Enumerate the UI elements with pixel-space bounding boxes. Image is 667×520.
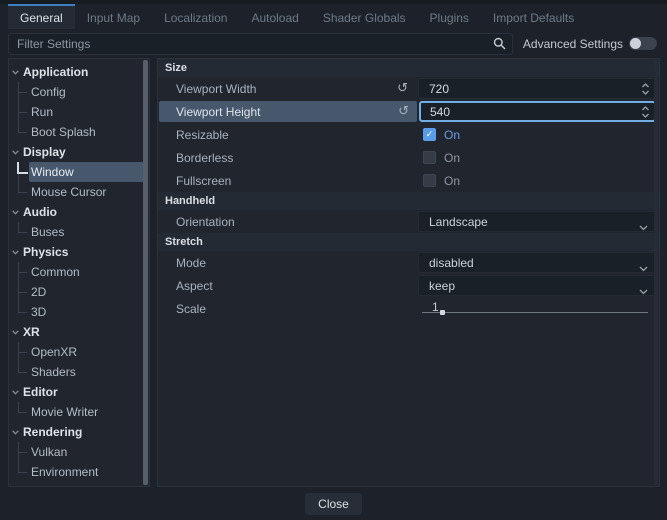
tree-item-2d[interactable]: 2D [9,282,149,302]
tree-item-window[interactable]: Window [9,162,149,182]
section-header-size: Size [158,59,659,77]
chevron-down-icon[interactable] [12,210,19,215]
borderless-checkbox[interactable] [423,151,436,164]
filter-bar: Advanced Settings [0,29,667,58]
chevron-down-icon [639,261,648,275]
chevron-down-icon[interactable] [12,330,19,335]
tree-category-display[interactable]: Display [9,142,149,162]
tree-item-common[interactable]: Common [9,262,149,282]
tree-category-rendering[interactable]: Rendering [9,422,149,442]
tree-category-audio[interactable]: Audio [9,202,149,222]
tab-import-defaults[interactable]: Import Defaults [481,4,586,29]
viewport-height-spinbox[interactable]: 540 [419,101,656,122]
tree-item-config[interactable]: Config [9,82,149,102]
spinner-arrows-icon[interactable] [641,82,650,99]
tab-localization[interactable]: Localization [152,4,239,29]
advanced-settings-toggle[interactable] [629,37,657,50]
tree-item-run[interactable]: Run [9,102,149,122]
tree-item-movie-writer[interactable]: Movie Writer [9,402,149,422]
tree-category-label: Display [23,145,66,159]
chevron-down-icon [639,220,648,234]
viewport-width-spinbox[interactable]: 720 [418,78,656,99]
chevron-down-icon[interactable] [12,70,19,75]
spinner-arrows-icon[interactable] [641,105,650,122]
tree-category-label: Physics [23,245,68,259]
properties-scrollbar-track[interactable] [654,60,658,485]
property-label: Viewport Width ↺ [158,77,416,100]
tree-category-xr[interactable]: XR [9,322,149,342]
settings-category-tree: Application Config Run Boot Splash Displ… [8,58,150,487]
tree-category-label: Application [23,65,88,79]
chevron-down-icon[interactable] [12,390,19,395]
chevron-down-icon [639,284,648,298]
tab-plugins[interactable]: Plugins [418,4,481,29]
stretch-scale-slider[interactable]: 1 [418,298,656,319]
stretch-mode-dropdown[interactable]: disabled [418,252,656,273]
property-row-scale: Scale 1 [158,297,659,320]
tab-shader-globals[interactable]: Shader Globals [311,4,418,29]
filter-settings-input[interactable] [8,33,513,55]
tree-item-buses[interactable]: Buses [9,222,149,242]
tree-scrollbar[interactable] [143,60,148,485]
tree-item-environment[interactable]: Environment [9,462,149,482]
tree-category-application[interactable]: Application [9,62,149,82]
tree-category-label: Editor [23,385,58,399]
project-settings-body: Application Config Run Boot Splash Displ… [0,58,667,487]
section-header-stretch: Stretch [158,233,659,251]
tree-category-label: Rendering [23,425,82,439]
resizable-checkbox[interactable]: ✓ [423,128,436,141]
tree-category-label: XR [23,325,40,339]
fullscreen-checkbox[interactable] [423,174,436,187]
checkbox-state-label: On [444,151,460,165]
tree-category-label: Audio [23,205,57,219]
property-row-borderless: Borderless On [158,146,659,169]
tree-item-boot-splash[interactable]: Boot Splash [9,122,149,142]
orientation-dropdown[interactable]: Landscape [418,211,656,232]
property-label-selected: Viewport Height ↺ [159,101,417,122]
tree-item-mouse-cursor[interactable]: Mouse Cursor [9,182,149,202]
advanced-settings-label: Advanced Settings [523,37,623,51]
chevron-down-icon[interactable] [12,250,19,255]
revert-icon[interactable]: ↺ [397,82,408,95]
property-row-aspect: Aspect keep [158,274,659,297]
chevron-down-icon[interactable] [12,430,19,435]
slider-grabber[interactable] [440,310,445,315]
toggle-knob [630,38,641,49]
revert-icon[interactable]: ↺ [398,105,409,118]
settings-tab-bar: General Input Map Localization Autoload … [0,4,667,29]
tree-category-physics[interactable]: Physics [9,242,149,262]
slider-track[interactable] [422,312,648,313]
tree-item-shaders[interactable]: Shaders [9,362,149,382]
checkbox-state-label: On [444,128,460,142]
tab-general[interactable]: General [8,4,75,29]
section-header-handheld: Handheld [158,192,659,210]
settings-property-list: Size Viewport Width ↺ 720 Viewport Heigh… [157,58,660,487]
tab-autoload[interactable]: Autoload [239,4,310,29]
close-button[interactable]: Close [305,493,362,515]
tree-item-3d[interactable]: 3D [9,302,149,322]
chevron-down-icon[interactable] [12,150,19,155]
property-row-viewport-height: Viewport Height ↺ 540 [158,100,659,123]
tree-item-openxr[interactable]: OpenXR [9,342,149,362]
checkbox-state-label: On [444,174,460,188]
property-row-mode: Mode disabled [158,251,659,274]
filter-settings-search[interactable] [8,33,513,55]
tree-category-editor[interactable]: Editor [9,382,149,402]
stretch-aspect-dropdown[interactable]: keep [418,275,656,296]
tree-item-vulkan[interactable]: Vulkan [9,442,149,462]
property-row-orientation: Orientation Landscape [158,210,659,233]
property-row-viewport-width: Viewport Width ↺ 720 [158,77,659,100]
property-row-resizable: Resizable ✓ On [158,123,659,146]
dialog-footer: Close [0,487,667,520]
property-row-fullscreen: Fullscreen On [158,169,659,192]
search-icon [493,37,506,53]
tab-input-map[interactable]: Input Map [75,4,152,29]
